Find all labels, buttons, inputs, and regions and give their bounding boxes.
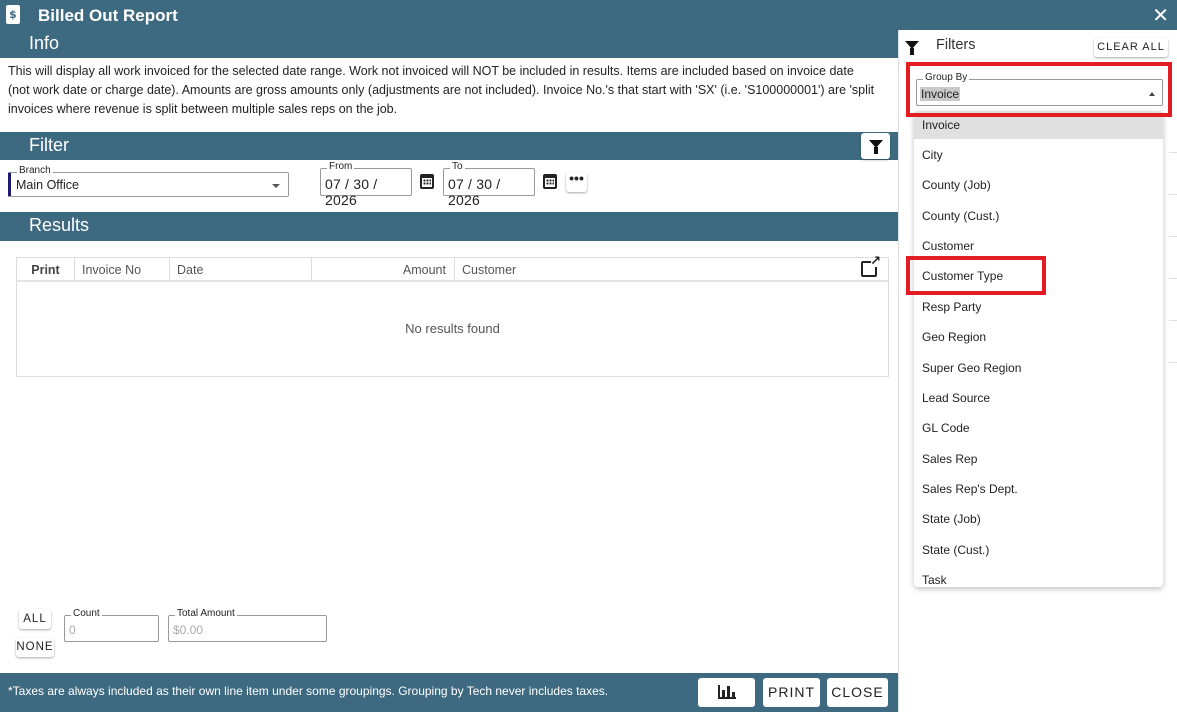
group-by-option[interactable]: Geo Region (914, 323, 1163, 351)
clear-all-button[interactable]: CLEAR ALL (1094, 38, 1168, 57)
column-header-date[interactable]: Date (170, 258, 312, 282)
window-title: Billed Out Report (38, 6, 178, 25)
group-by-label: Group By (923, 72, 970, 84)
to-calendar-icon[interactable] (543, 174, 557, 189)
results-header: Results (0, 212, 898, 241)
filter-toggle-button[interactable] (861, 133, 890, 159)
filter-icon (869, 140, 883, 154)
close-icon[interactable]: ✕ (1152, 3, 1169, 27)
group-by-dropdown: Invoice City County (Job) County (Cust.)… (914, 111, 1163, 587)
group-by-option[interactable]: Sales Rep (914, 445, 1163, 473)
group-by-option[interactable]: City (914, 141, 1163, 169)
results-heading: Results (29, 215, 90, 235)
total-amount-label: Total Amount (175, 608, 237, 620)
filter-heading: Filter (29, 135, 69, 155)
group-by-option[interactable]: Customer Type (914, 262, 1163, 290)
group-by-option[interactable]: Customer (914, 232, 1163, 260)
group-by-option[interactable]: County (Job) (914, 171, 1163, 199)
divider (1169, 236, 1177, 237)
chart-button[interactable] (698, 678, 755, 707)
total-amount-field: Total Amount $0.00 (168, 608, 327, 642)
divider (1169, 362, 1177, 363)
total-amount-value: $0.00 (173, 623, 204, 637)
select-all-button[interactable]: ALL (19, 609, 51, 629)
from-date-field[interactable]: From 07 / 30 / 2026 (320, 161, 412, 208)
empty-results-message: No results found (405, 321, 500, 336)
group-by-option[interactable]: Resp Party (914, 293, 1163, 321)
results-table: Print Invoice No Date Amount Customer No… (16, 254, 889, 377)
column-header-print[interactable]: Print (17, 258, 75, 282)
from-date-value: 07 / 30 / 2026 (325, 176, 378, 208)
export-icon[interactable] (861, 254, 881, 277)
count-label: Count (71, 608, 102, 620)
group-by-option[interactable]: Task (914, 566, 1163, 587)
divider (1169, 278, 1177, 279)
from-calendar-icon[interactable] (420, 174, 434, 189)
count-value: 0 (69, 623, 76, 637)
filter-header: Filter (0, 132, 898, 160)
bar-chart-icon (718, 685, 736, 699)
to-date-value: 07 / 30 / 2026 (448, 176, 501, 208)
to-date-label: To (450, 161, 465, 173)
count-field: Count 0 (64, 608, 159, 642)
column-header-amount[interactable]: Amount (312, 258, 455, 282)
info-header: Info (0, 30, 898, 58)
divider (1169, 320, 1177, 321)
group-by-option[interactable]: Sales Rep's Dept. (914, 475, 1163, 503)
title-bar: $ Billed Out Report ✕ (0, 0, 1177, 30)
group-by-select[interactable]: Group By Invoice (916, 72, 1163, 106)
from-date-label: From (327, 161, 355, 173)
filters-title: Filters (936, 37, 976, 53)
group-by-option[interactable]: Super Geo Region (914, 354, 1163, 382)
invoice-document-icon: $ (6, 5, 20, 24)
branch-label: Branch (17, 165, 53, 177)
to-date-field[interactable]: To 07 / 30 / 2026 (443, 161, 535, 208)
branch-value: Main Office (16, 178, 79, 192)
more-options-button[interactable]: ••• (566, 171, 587, 192)
group-by-option[interactable]: GL Code (914, 414, 1163, 442)
group-by-option[interactable]: State (Cust.) (914, 536, 1163, 564)
footer-bar: *Taxes are always included as their own … (0, 673, 898, 712)
column-header-invoice-no[interactable]: Invoice No (75, 258, 170, 282)
info-heading: Info (29, 33, 60, 53)
group-by-option[interactable]: Invoice (914, 111, 1163, 139)
divider (1169, 194, 1177, 195)
info-description: This will display all work invoiced for … (8, 64, 875, 116)
print-button[interactable]: PRINT (763, 678, 820, 707)
branch-select[interactable]: Branch Main Office (8, 165, 289, 197)
group-by-option[interactable]: County (Cust.) (914, 202, 1163, 230)
group-by-option[interactable]: Lead Source (914, 384, 1163, 412)
close-button[interactable]: CLOSE (827, 678, 888, 707)
table-header: Print Invoice No Date Amount Customer (17, 254, 888, 282)
chevron-down-icon (272, 184, 280, 188)
chevron-up-icon (1149, 92, 1155, 96)
divider (1169, 152, 1177, 153)
group-by-value: Invoice (920, 87, 961, 101)
column-header-customer[interactable]: Customer (455, 258, 845, 282)
select-none-button[interactable]: NONE (16, 638, 54, 657)
filter-icon (905, 41, 919, 55)
taxes-note: *Taxes are always included as their own … (8, 684, 609, 698)
group-by-option[interactable]: State (Job) (914, 505, 1163, 533)
